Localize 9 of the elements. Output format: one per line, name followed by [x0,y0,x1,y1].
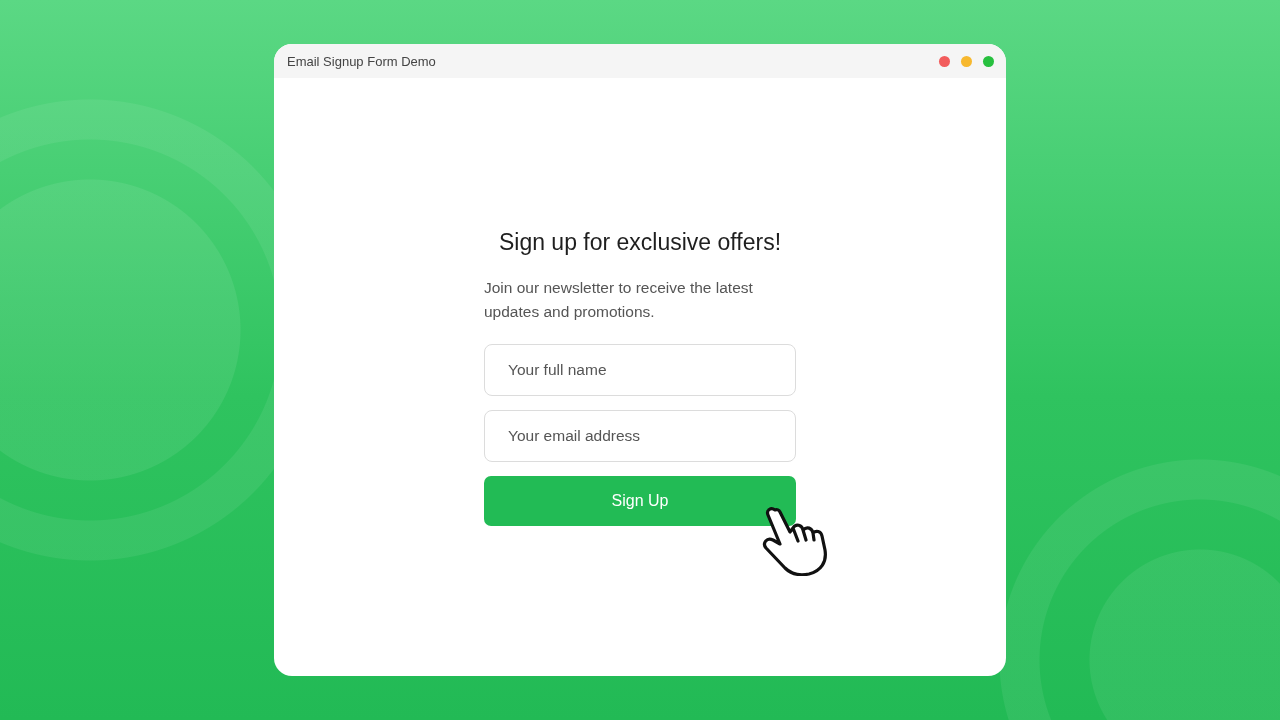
input-field[interactable]: Your full name [484,343,796,396]
input-field[interactable]: Your email address [484,409,796,462]
window-control-button[interactable] [939,55,950,67]
form-heading: Sign up for exclusive offers! [497,228,783,256]
window-control-button[interactable] [983,55,994,67]
window-control-button[interactable] [961,55,972,67]
window-title: Email Signup Form Demo [287,53,436,69]
sign-up-button[interactable]: Sign Up [484,475,796,526]
form-description: Join our newsletter to receive the latest updates and promotions. [484,277,754,322]
